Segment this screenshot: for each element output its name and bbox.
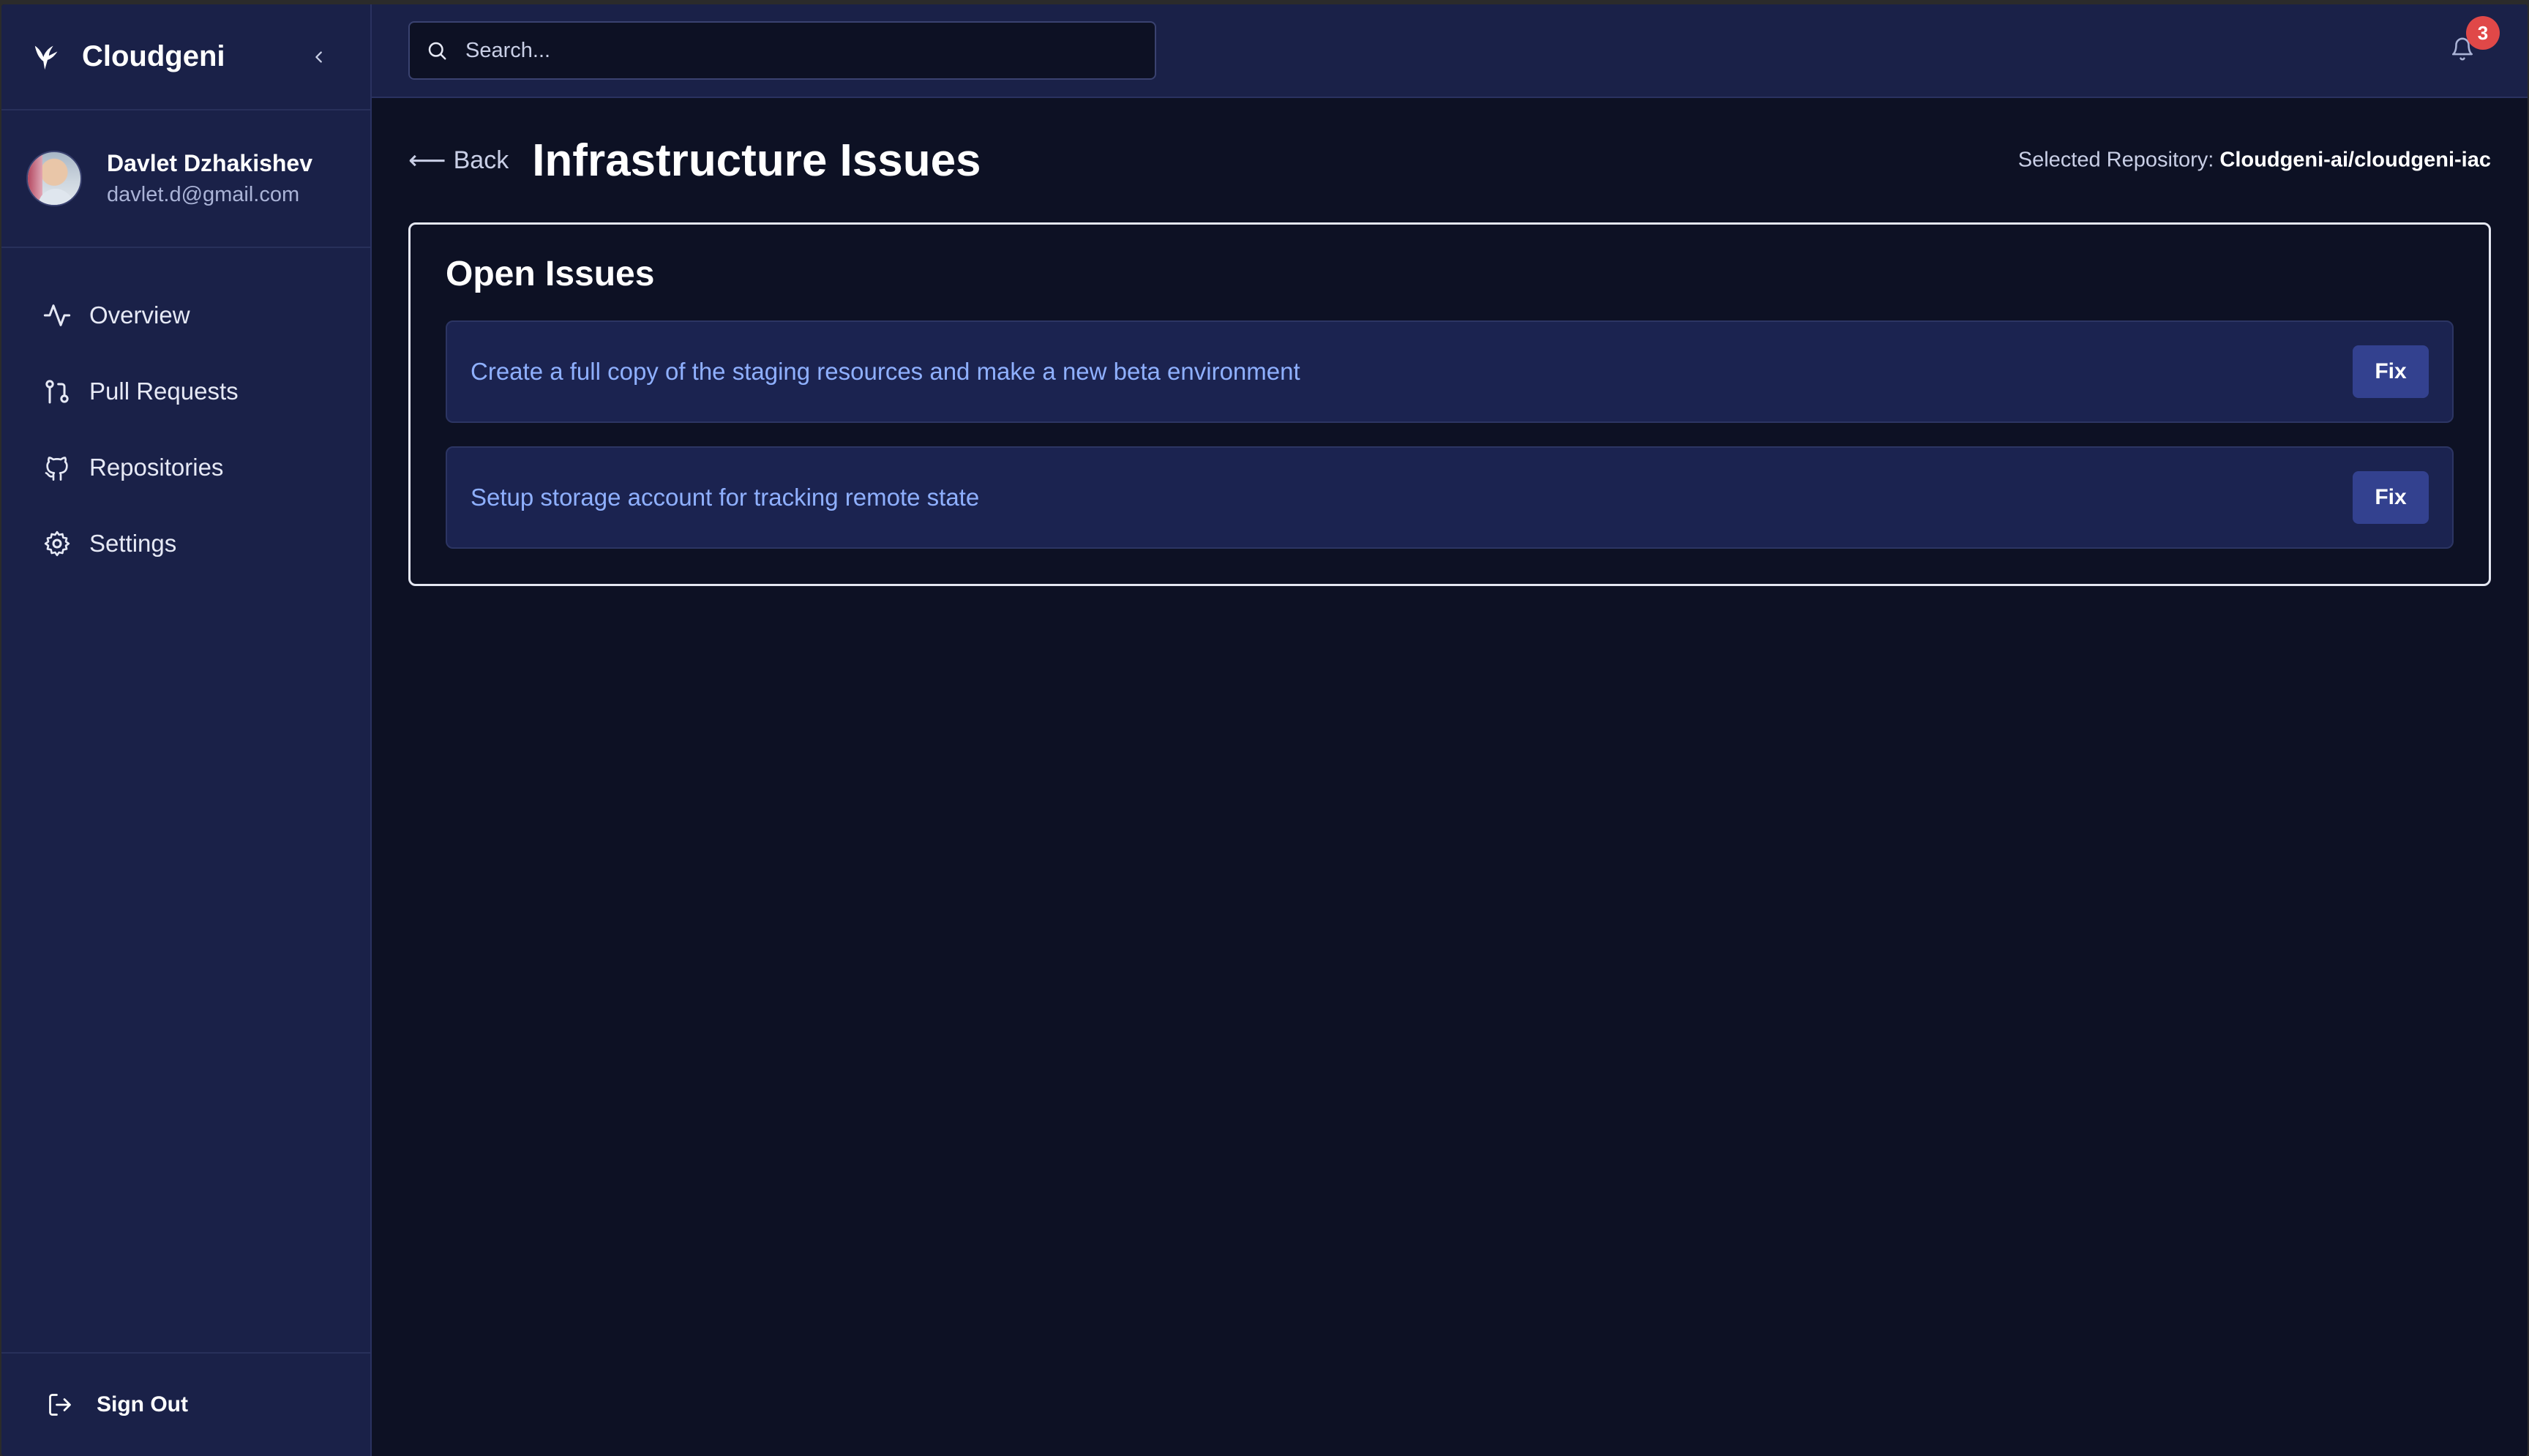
sidebar-item-label: Overview — [89, 301, 190, 329]
brand-name: Cloudgeni — [82, 40, 225, 72]
top-bar: 3 — [372, 4, 2528, 98]
sidebar-item-pull-requests[interactable]: Pull Requests — [1, 353, 370, 429]
repo-name: Cloudgeni-ai/cloudgeni-iac — [2219, 148, 2491, 172]
issues-title: Open Issues — [446, 255, 655, 293]
issue-item: Create a full copy of the staging resour… — [446, 320, 2454, 423]
back-label: Back — [453, 146, 509, 174]
activity-icon — [43, 304, 71, 326]
user-email: davlet.d@gmail.com — [107, 183, 300, 206]
main-area: 3 ⟵ Back Infrastructure Issues Selected … — [372, 4, 2528, 1456]
brand-header: Cloudgeni — [1, 4, 370, 110]
sidebar: Cloudgeni Davlet Dzhakishev davlet.d@gma… — [1, 4, 372, 1456]
sign-out-label: Sign Out — [97, 1392, 188, 1416]
issue-link[interactable]: Setup storage account for tracking remot… — [471, 484, 979, 511]
search-box[interactable] — [408, 21, 1156, 80]
fix-button[interactable]: Fix — [2353, 345, 2429, 398]
sidebar-item-label: Pull Requests — [89, 378, 239, 405]
log-out-icon — [49, 1394, 71, 1416]
search-icon — [428, 42, 446, 60]
arrow-left-icon: ⟵ — [408, 145, 446, 175]
sidebar-item-label: Repositories — [89, 454, 224, 481]
back-link[interactable]: ⟵ Back — [408, 145, 509, 176]
collapse-sidebar-button[interactable] — [304, 42, 334, 72]
page-content: ⟵ Back Infrastructure Issues Selected Re… — [372, 98, 2528, 586]
fix-button[interactable]: Fix — [2353, 471, 2429, 524]
open-issues-card: Open Issues Create a full copy of the st… — [408, 222, 2491, 586]
sidebar-item-label: Settings — [89, 530, 177, 557]
github-icon — [45, 457, 68, 481]
issue-link[interactable]: Create a full copy of the staging resour… — [471, 358, 1300, 386]
gear-icon — [44, 530, 70, 557]
notification-count-badge: 3 — [2466, 16, 2500, 50]
selected-repository: Selected Repository: Cloudgeni-ai/cloudg… — [2018, 149, 2491, 173]
page-header: ⟵ Back Infrastructure Issues Selected Re… — [408, 98, 2491, 222]
chevron-left-icon — [315, 50, 322, 63]
notifications-button[interactable]: 3 — [2450, 16, 2500, 66]
git-pull-request-icon — [45, 380, 69, 404]
sign-out-button[interactable]: Sign Out — [1, 1352, 370, 1456]
app-window: Cloudgeni Davlet Dzhakishev davlet.d@gma… — [1, 4, 2528, 1456]
user-profile[interactable]: Davlet Dzhakishev davlet.d@gmail.com — [1, 110, 370, 248]
sidebar-item-settings[interactable]: Settings — [1, 506, 370, 582]
sidebar-nav: Overview Pull Requests Repositories Sett… — [1, 248, 370, 582]
search-input[interactable] — [465, 38, 1139, 63]
page-title: Infrastructure Issues — [532, 135, 981, 186]
cloudgeni-logo-icon — [34, 45, 58, 70]
sidebar-item-overview[interactable]: Overview — [1, 277, 370, 353]
user-name: Davlet Dzhakishev — [107, 150, 313, 176]
repo-prefix: Selected Repository: — [2017, 148, 2214, 172]
avatar — [26, 151, 82, 206]
sidebar-item-repositories[interactable]: Repositories — [1, 429, 370, 506]
issue-item: Setup storage account for tracking remot… — [446, 446, 2454, 549]
